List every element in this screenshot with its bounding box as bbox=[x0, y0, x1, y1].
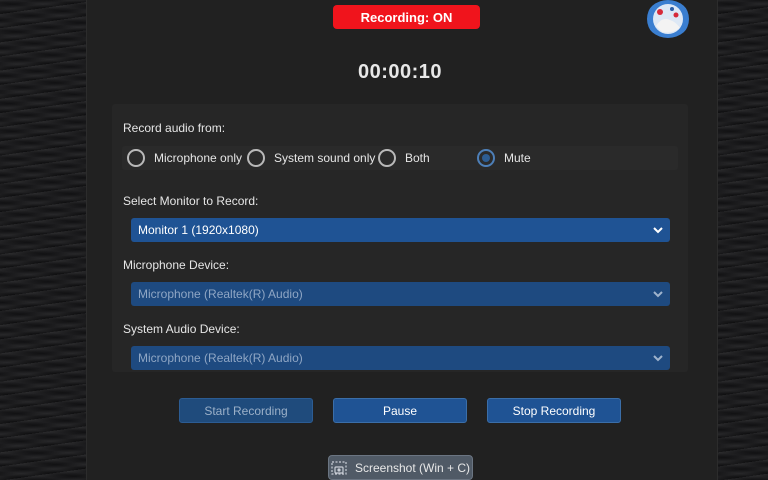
radio-microphone-only[interactable]: Microphone only bbox=[127, 149, 242, 167]
radio-circle[interactable] bbox=[127, 149, 145, 167]
desktop-background-left bbox=[0, 0, 86, 480]
desktop-background-right bbox=[718, 0, 768, 480]
chevron-down-icon[interactable] bbox=[646, 218, 670, 242]
radio-label: System sound only bbox=[274, 151, 376, 165]
radio-mute[interactable]: Mute bbox=[477, 149, 531, 167]
start-recording-button[interactable]: Start Recording bbox=[179, 398, 313, 423]
chevron-down-icon[interactable] bbox=[646, 346, 670, 370]
monitor-select-value: Monitor 1 (1920x1080) bbox=[138, 223, 259, 237]
audio-source-heading: Record audio from: bbox=[123, 121, 226, 135]
monitor-select[interactable]: Monitor 1 (1920x1080) bbox=[131, 218, 670, 242]
radio-label: Mute bbox=[504, 151, 531, 165]
chevron-down-icon[interactable] bbox=[646, 282, 670, 306]
system-audio-device-label: System Audio Device: bbox=[123, 322, 240, 336]
radio-label: Microphone only bbox=[154, 151, 243, 165]
system-audio-device-value: Microphone (Realtek(R) Audio) bbox=[138, 351, 303, 365]
user-avatar-icon[interactable] bbox=[646, 0, 690, 38]
system-audio-device-select[interactable]: Microphone (Realtek(R) Audio) bbox=[131, 346, 670, 370]
elapsed-timer: 00:00:10 bbox=[357, 61, 443, 83]
radio-circle[interactable] bbox=[247, 149, 265, 167]
camera-icon bbox=[331, 460, 347, 475]
microphone-device-value: Microphone (Realtek(R) Audio) bbox=[138, 287, 303, 301]
monitor-select-label: Select Monitor to Record: bbox=[123, 194, 259, 208]
microphone-device-select[interactable]: Microphone (Realtek(R) Audio) bbox=[131, 282, 670, 306]
radio-label: Both bbox=[405, 151, 430, 165]
screenshot-button-label: Screenshot (Win + C) bbox=[354, 460, 471, 475]
radio-both[interactable]: Both bbox=[378, 149, 430, 167]
microphone-device-label: Microphone Device: bbox=[123, 258, 230, 272]
pause-button[interactable]: Pause bbox=[333, 398, 467, 423]
stop-recording-button[interactable]: Stop Recording bbox=[487, 398, 621, 423]
radio-system-sound-only[interactable]: System sound only bbox=[247, 149, 375, 167]
radio-circle[interactable] bbox=[378, 149, 396, 167]
screenshot-button[interactable]: Screenshot (Win + C) bbox=[328, 455, 473, 480]
recording-status-badge: Recording: ON bbox=[333, 5, 480, 29]
radio-circle-selected[interactable] bbox=[477, 149, 495, 167]
